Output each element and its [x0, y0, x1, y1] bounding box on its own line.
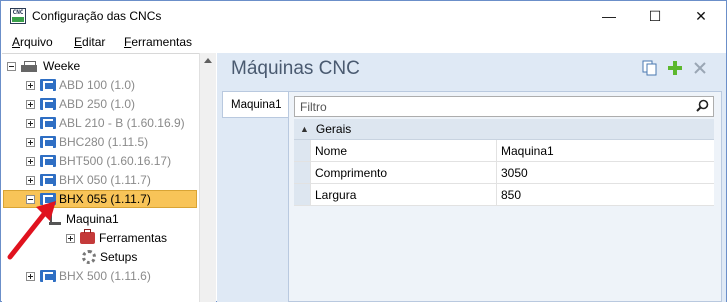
expand-toggle-icon[interactable] — [26, 137, 35, 147]
tree-node-abd250[interactable]: ABD 250 (1.0) — [26, 95, 135, 113]
cnc-machine-icon — [40, 98, 56, 110]
tab-strip: Maquina1 — [222, 91, 292, 302]
filter-field[interactable]: Filtro — [294, 96, 714, 117]
copy-icon[interactable] — [642, 60, 658, 76]
property-row[interactable]: Largura 850 — [294, 184, 714, 206]
tree-node-bhc280[interactable]: BHC280 (1.11.5) — [26, 133, 148, 151]
tree-node-label: ABL 210 - B (1.60.16.9) — [59, 116, 185, 130]
property-value[interactable]: 850 — [497, 184, 714, 205]
expand-toggle-icon[interactable] — [66, 233, 75, 243]
tree-node-label: ABD 250 (1.0) — [59, 97, 136, 111]
property-name: Comprimento — [311, 162, 497, 183]
tree-node-label: BHC280 (1.11.5) — [59, 135, 149, 149]
category-gerais[interactable]: ▲ Gerais — [294, 119, 714, 140]
toolbox-icon — [80, 229, 95, 244]
property-row[interactable]: Nome Maquina1 — [294, 140, 714, 162]
tree-node-bhx050[interactable]: BHX 050 (1.11.7) — [26, 171, 151, 189]
collapse-toggle-icon[interactable] — [7, 61, 16, 71]
maximize-button[interactable]: ☐ — [632, 1, 678, 31]
tree-node-bht500[interactable]: BHT500 (1.60.16.17) — [26, 152, 171, 170]
expand-toggle-icon[interactable] — [26, 271, 35, 281]
collapse-chevron-icon[interactable]: ▲ — [300, 124, 309, 134]
minimize-icon: — — [602, 8, 616, 24]
property-name: Largura — [311, 184, 497, 205]
title-bar: CNC Configuração das CNCs — ☐ ✕ — [1, 1, 726, 31]
search-icon[interactable] — [696, 99, 709, 112]
close-icon: ✕ — [695, 7, 707, 24]
gear-icon — [82, 250, 96, 264]
tree-node-label: BHX 055 (1.11.7) — [59, 192, 151, 206]
property-value[interactable]: 3050 — [497, 162, 714, 183]
cnc-machine-icon — [40, 155, 56, 167]
tree-node-label: Maquina1 — [66, 212, 119, 226]
tree-node-abd100[interactable]: ABD 100 (1.0) — [26, 76, 135, 94]
tree-node-label: Setups — [100, 250, 138, 264]
expand-toggle-icon[interactable] — [26, 118, 35, 128]
cnc-machine-icon — [40, 79, 56, 91]
tree-node-bhx500[interactable]: BHX 500 (1.11.6) — [26, 267, 151, 285]
filter-placeholder: Filtro — [300, 100, 327, 114]
expand-toggle-icon[interactable] — [26, 156, 35, 166]
plus-icon[interactable] — [667, 60, 683, 76]
menu-bar: Arquivo Editar Ferramentas — [1, 31, 726, 52]
cnc-machine-icon — [40, 136, 56, 148]
tree-node-setups[interactable]: Setups — [82, 248, 137, 266]
property-name: Nome — [311, 140, 497, 161]
tree-node-label: BHT500 (1.60.16.17) — [59, 154, 172, 168]
property-row[interactable]: Comprimento 3050 — [294, 162, 714, 184]
cnc-machine-icon — [40, 270, 56, 282]
close-button[interactable]: ✕ — [678, 1, 724, 31]
red-arrow-annotation — [7, 201, 56, 260]
expand-toggle-icon[interactable] — [26, 80, 35, 90]
expand-toggle-icon[interactable] — [26, 99, 35, 109]
weeke-machine-icon — [21, 60, 39, 73]
property-value[interactable]: Maquina1 — [497, 140, 714, 161]
tree-node-weeke[interactable]: Weeke — [7, 57, 80, 75]
scroll-up-icon[interactable] — [204, 58, 212, 63]
cnc-machine-icon — [40, 174, 56, 186]
tree-node-abl210[interactable]: ABL 210 - B (1.60.16.9) — [26, 114, 185, 132]
maximize-icon: ☐ — [648, 7, 662, 24]
tree-node-label: ABD 100 (1.0) — [59, 78, 136, 92]
minimize-button[interactable]: — — [586, 1, 632, 31]
cnc-machine-icon — [40, 117, 56, 129]
tab-maquina1[interactable]: Maquina1 — [222, 91, 288, 118]
menu-ferramentas[interactable]: Ferramentas — [124, 35, 192, 49]
tree-node-label: Weeke — [43, 59, 81, 73]
property-panel: Filtro ▲ Gerais Nome Maquina1 Compriment… — [288, 91, 722, 302]
window-title: Configuração das CNCs — [32, 9, 162, 23]
expand-toggle-icon[interactable] — [26, 175, 35, 185]
menu-editar[interactable]: Editar — [74, 35, 105, 49]
tab-label: Maquina1 — [231, 98, 282, 111]
app-logo-text: CNC — [12, 9, 24, 16]
category-label: Gerais — [315, 122, 352, 136]
delete-icon[interactable] — [693, 61, 707, 75]
tree-node-label: Ferramentas — [99, 231, 168, 245]
app-logo-icon: CNC — [10, 8, 26, 24]
panel-title: Máquinas CNC — [231, 58, 360, 79]
tree-node-label: BHX 500 (1.11.6) — [59, 269, 151, 283]
app-window: CNC Configuração das CNCs — ☐ ✕ Arquivo … — [0, 0, 727, 302]
main-panel: Máquinas CNC Maquina1 Filtro ▲ Gerais No… — [217, 53, 726, 302]
tree-node-ferramentas[interactable]: Ferramentas — [66, 229, 167, 247]
tree-scrollbar[interactable] — [199, 53, 216, 302]
menu-arquivo[interactable]: Arquivo — [12, 35, 53, 49]
property-grid: ▲ Gerais Nome Maquina1 Comprimento 3050 … — [294, 119, 714, 206]
tree-node-label: BHX 050 (1.11.7) — [59, 173, 151, 187]
